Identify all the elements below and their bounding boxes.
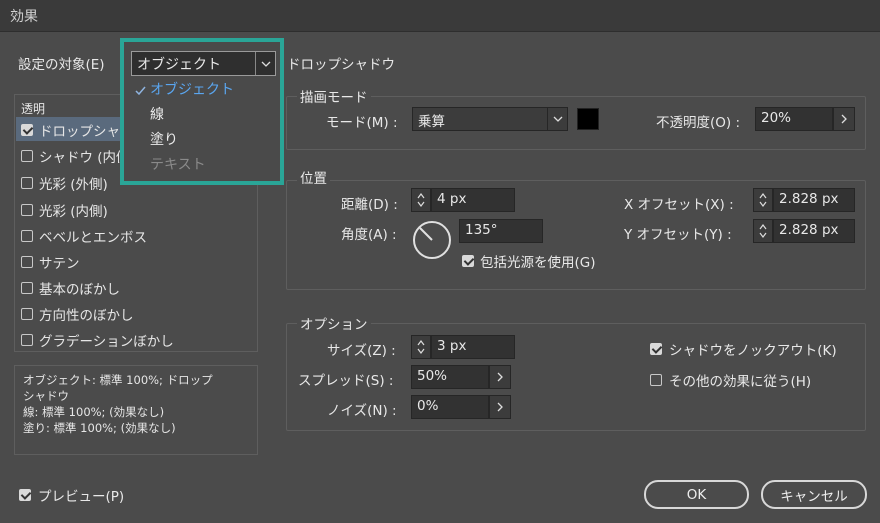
checkbox-icon[interactable] xyxy=(19,489,31,501)
chevron-down-icon[interactable] xyxy=(547,108,567,130)
angle-dial-icon[interactable] xyxy=(412,220,452,260)
popup-option-fill[interactable]: 塗り xyxy=(150,129,178,149)
y-offset-stepper[interactable] xyxy=(753,219,773,243)
effect-item-gradient-feather[interactable]: グラデーションぼかし xyxy=(21,328,174,352)
position-legend: 位置 xyxy=(297,167,330,187)
opacity-slider-button[interactable] xyxy=(833,107,855,131)
distance-label: 距離(D) : xyxy=(341,197,398,213)
settings-target-dropdown[interactable]: オブジェクト xyxy=(131,51,276,76)
popup-option-stroke[interactable]: 線 xyxy=(150,104,164,124)
checkmark-icon xyxy=(135,84,146,99)
window-title: 効果 xyxy=(10,9,38,25)
noise-label: ノイズ(N) : xyxy=(327,403,397,419)
effect-item-inner-shadow[interactable]: シャドウ (内側) xyxy=(21,144,135,168)
shadow-color-swatch[interactable] xyxy=(577,108,599,130)
effect-item-inner-glow[interactable]: 光彩 (内側) xyxy=(21,198,108,222)
x-offset-stepper[interactable] xyxy=(753,188,773,212)
settings-target-popup: オブジェクト オブジェクト 線 塗り テキスト xyxy=(120,38,284,185)
checkbox-icon[interactable] xyxy=(21,177,33,189)
x-offset-label: X オフセット(X) : xyxy=(624,197,734,213)
checkbox-icon[interactable] xyxy=(21,124,33,136)
blend-mode-dropdown[interactable]: 乗算 xyxy=(412,107,568,131)
spread-slider-button[interactable] xyxy=(489,365,511,389)
distance-stepper[interactable] xyxy=(411,188,431,212)
chevron-down-icon[interactable] xyxy=(255,52,275,75)
effects-summary: オブジェクト: 標準 100%; ドロップ シャドウ 線: 標準 100%; (… xyxy=(14,365,258,455)
opacity-label: 不透明度(O) : xyxy=(656,115,740,131)
popup-option-object[interactable]: オブジェクト xyxy=(150,79,234,99)
checkbox-icon[interactable] xyxy=(650,343,662,355)
stepper-arrows-icon xyxy=(417,340,425,354)
checkbox-icon[interactable] xyxy=(21,282,33,294)
cancel-button[interactable]: キャンセル xyxy=(761,480,867,509)
checkbox-icon[interactable] xyxy=(21,334,33,346)
section-title: ドロップシャドウ xyxy=(287,57,395,73)
opacity-input[interactable]: 20% xyxy=(755,107,833,131)
noise-slider-button[interactable] xyxy=(489,395,511,419)
global-light-option[interactable]: 包括光源を使用(G) xyxy=(462,251,596,271)
stepper-arrows-icon xyxy=(417,193,425,207)
checkbox-icon[interactable] xyxy=(21,256,33,268)
options-legend: オプション xyxy=(297,313,371,333)
popup-option-text: テキスト xyxy=(150,157,206,173)
ok-button[interactable]: OK xyxy=(644,480,749,509)
knockout-option[interactable]: シャドウをノックアウト(K) xyxy=(650,339,837,359)
title-bar: 効果 xyxy=(0,0,880,32)
effect-item-bevel-emboss[interactable]: ベベルとエンボス xyxy=(21,224,147,248)
checkbox-icon[interactable] xyxy=(21,308,33,320)
mode-label: モード(M) : xyxy=(326,115,398,131)
size-stepper[interactable] xyxy=(411,335,431,359)
checkbox-icon[interactable] xyxy=(21,204,33,216)
checkbox-icon[interactable] xyxy=(21,150,33,162)
effect-item-outer-glow[interactable]: 光彩 (外側) xyxy=(21,171,108,195)
checkbox-icon[interactable] xyxy=(650,374,662,386)
stepper-arrows-icon xyxy=(759,193,767,207)
effects-header: 透明 xyxy=(21,102,46,116)
blend-mode-legend: 描画モード xyxy=(297,86,371,106)
chevron-right-icon xyxy=(841,114,847,124)
settings-target-label: 設定の対象(E) xyxy=(18,57,105,73)
effect-item-directional-feather[interactable]: 方向性のぼかし xyxy=(21,302,134,326)
spread-label: スプレッド(S) : xyxy=(298,373,394,389)
distance-input[interactable]: 4 px xyxy=(431,188,515,212)
checkbox-icon[interactable] xyxy=(462,255,474,267)
angle-input[interactable]: 135° xyxy=(459,219,543,243)
chevron-right-icon xyxy=(497,372,503,382)
honor-effects-option[interactable]: その他の効果に従う(H) xyxy=(650,370,811,390)
effect-item-basic-feather[interactable]: 基本のぼかし xyxy=(21,276,120,300)
chevron-right-icon xyxy=(497,402,503,412)
y-offset-label: Y オフセット(Y) : xyxy=(624,227,732,243)
size-label: サイズ(Z) : xyxy=(327,343,396,359)
x-offset-input[interactable]: 2.828 px xyxy=(773,188,855,212)
noise-input[interactable]: 0% xyxy=(411,395,489,419)
size-input[interactable]: 3 px xyxy=(431,335,515,359)
preview-option[interactable]: プレビュー(P) xyxy=(19,485,124,505)
y-offset-input[interactable]: 2.828 px xyxy=(773,219,855,243)
stepper-arrows-icon xyxy=(759,224,767,238)
angle-label: 角度(A) : xyxy=(341,227,397,243)
checkbox-icon[interactable] xyxy=(21,230,33,242)
effect-item-satin[interactable]: サテン xyxy=(21,250,80,274)
spread-input[interactable]: 50% xyxy=(411,365,489,389)
